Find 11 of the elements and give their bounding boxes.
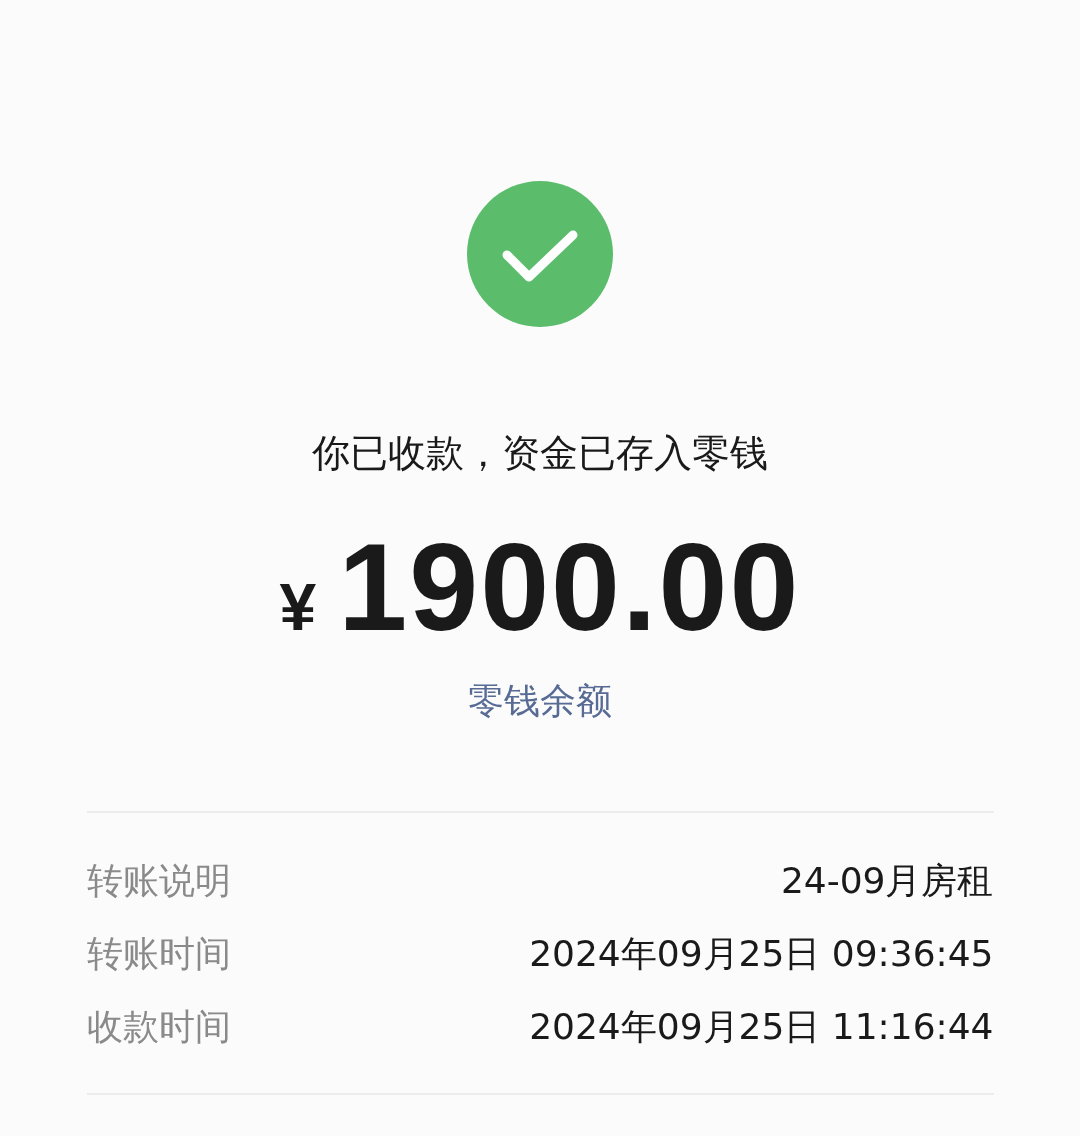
currency-symbol: ¥ [279, 569, 317, 645]
detail-value: 24-09月房租 [780, 859, 994, 903]
amount-value: 1900.00 [338, 517, 801, 657]
detail-value: 2024年09月25日 09:36:45 [529, 932, 994, 976]
detail-value: 2024年09月25日 11:16:44 [529, 1005, 994, 1049]
balance-link[interactable]: 零钱余额 [468, 677, 612, 725]
detail-label: 收款时间 [86, 1005, 231, 1049]
detail-label: 转账说明 [86, 859, 231, 903]
check-circle-icon [467, 181, 613, 327]
status-message: 你已收款，资金已存入零钱 [312, 430, 768, 477]
detail-label: 转账时间 [86, 932, 231, 976]
